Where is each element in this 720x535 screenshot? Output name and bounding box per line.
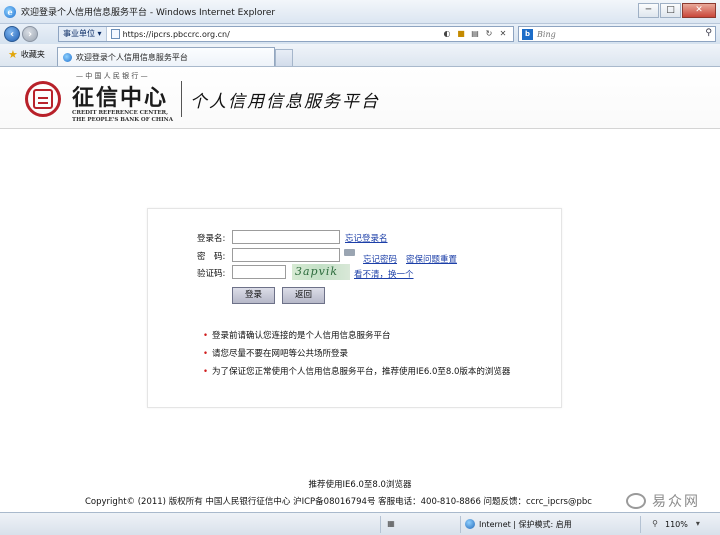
login-panel: 登录名: 忘记登录名 密 码: 忘记密码 密保问题重置 验证码: 3apvik … xyxy=(147,208,562,408)
browser-recommendation: 推荐使用IE6.0至8.0浏览器 xyxy=(308,480,412,490)
login-button[interactable]: 登录 xyxy=(232,287,275,304)
center-name: 征信中心 xyxy=(72,85,169,111)
site-header: — 中 国 人 民 银 行 — 征信中心 CREDIT REFERENCE CE… xyxy=(0,67,720,129)
header-divider xyxy=(181,81,182,117)
forgot-username-link[interactable]: 忘记登录名 xyxy=(345,232,388,244)
reset-security-question-link[interactable]: 密保问题重置 xyxy=(406,253,457,265)
title-bar: e 欢迎登录个人信用信息服务平台 - Windows Internet Expl… xyxy=(0,0,720,24)
search-placeholder: Bing xyxy=(537,29,556,39)
username-label: 登录名: xyxy=(197,234,226,244)
window-title: 欢迎登录个人信用信息服务平台 - Windows Internet Explor… xyxy=(21,8,276,18)
pbc-seal-icon xyxy=(25,81,61,117)
status-addon: ▦ xyxy=(380,515,460,533)
url-text[interactable]: https://ipcrs.pbccrc.org.cn/ xyxy=(123,30,230,39)
back-button-form[interactable]: 返回 xyxy=(282,287,325,304)
page-content: — 中 国 人 民 银 行 — 征信中心 CREDIT REFERENCE CE… xyxy=(0,67,720,512)
forgot-password-link[interactable]: 忘记密码 xyxy=(363,253,397,265)
rss-icon[interactable]: ▤ xyxy=(469,28,481,40)
copyright-text: Copyright© (2011) 版权所有 中国人民银行征信中心 沪ICP备0… xyxy=(85,497,592,507)
captcha-input[interactable] xyxy=(232,265,286,279)
close-button[interactable]: ✕ xyxy=(682,3,716,18)
search-icon[interactable]: ⚲ xyxy=(705,28,712,38)
globe-icon xyxy=(465,519,475,529)
lock-icon[interactable]: ■ xyxy=(455,28,467,40)
tab-ie-icon xyxy=(62,52,72,62)
username-input[interactable] xyxy=(232,230,340,244)
refresh-captcha-link[interactable]: 看不清，换一个 xyxy=(354,268,414,280)
soft-keyboard-icon[interactable] xyxy=(344,249,355,256)
page-icon xyxy=(110,29,120,39)
platform-title: 个人信用信息服务平台 xyxy=(190,92,380,112)
minimize-button[interactable]: ─ xyxy=(638,3,659,18)
compatibility-icon[interactable]: ◐ xyxy=(441,28,453,40)
favorites-label: 收藏夹 xyxy=(20,50,45,59)
back-button[interactable]: ‹ xyxy=(4,26,20,42)
zone-dropdown[interactable]: 事业单位 ▾ xyxy=(59,27,107,41)
url-field[interactable]: 事业单位 ▾ https://ipcrs.pbccrc.org.cn/ ◐ ■ … xyxy=(58,26,514,42)
favorites-bar: ★ 收藏夹 欢迎登录个人信用信息服务平台 xyxy=(0,44,720,67)
address-bar: ‹ › 事业单位 ▾ https://ipcrs.pbccrc.org.cn/ … xyxy=(0,24,720,44)
password-input[interactable] xyxy=(232,248,340,262)
captcha-label: 验证码: xyxy=(197,269,226,279)
chevron-down-icon: ▾ xyxy=(695,519,700,528)
stop-icon[interactable]: ✕ xyxy=(497,28,509,40)
zoom-level: 110% xyxy=(665,519,688,529)
maximize-button[interactable]: □ xyxy=(660,3,681,18)
captcha-image[interactable]: 3apvik xyxy=(292,264,350,280)
refresh-icon[interactable]: ↻ xyxy=(483,28,495,40)
forward-button[interactable]: › xyxy=(22,26,38,42)
bing-icon: b xyxy=(522,28,533,40)
password-label: 密 码: xyxy=(197,252,226,262)
watermark: 易众网 xyxy=(626,491,700,511)
address-tools: ◐ ■ ▤ ↻ ✕ xyxy=(441,28,509,40)
favorites-button[interactable]: ★ 收藏夹 xyxy=(4,45,49,64)
star-icon: ★ xyxy=(8,48,18,61)
search-box[interactable]: b Bing ⚲ xyxy=(518,26,716,42)
status-message xyxy=(0,516,380,533)
magnifier-icon: ⚲ xyxy=(652,519,658,528)
status-bar: ▦ Internet | 保护模式: 启用 ⚲ 110% ▾ xyxy=(0,512,720,535)
notice-item: • 请您尽量不要在网吧等公共场所登录 xyxy=(203,349,349,359)
new-tab-button[interactable] xyxy=(274,49,293,66)
window-controls: ─ □ ✕ xyxy=(638,3,716,18)
zoom-control[interactable]: ⚲ 110% ▾ xyxy=(640,515,720,533)
addon-icon[interactable]: ▦ xyxy=(385,519,397,529)
center-english-name: CREDIT REFERENCE CENTER, THE PEOPLE'S BA… xyxy=(72,110,173,123)
tab-current[interactable]: 欢迎登录个人信用信息服务平台 xyxy=(56,47,275,66)
security-zone[interactable]: Internet | 保护模式: 启用 xyxy=(460,515,640,533)
ie-logo-icon: e xyxy=(4,5,16,18)
wechat-icon xyxy=(626,493,646,509)
notice-item: • 为了保证您正常使用个人信用信息服务平台，推荐使用IE6.0至8.0版本的浏览器 xyxy=(203,367,511,377)
tab-title: 欢迎登录个人信用信息服务平台 xyxy=(75,52,188,62)
notice-item: • 登录前请确认您连接的是个人信用信息服务平台 xyxy=(203,331,391,341)
